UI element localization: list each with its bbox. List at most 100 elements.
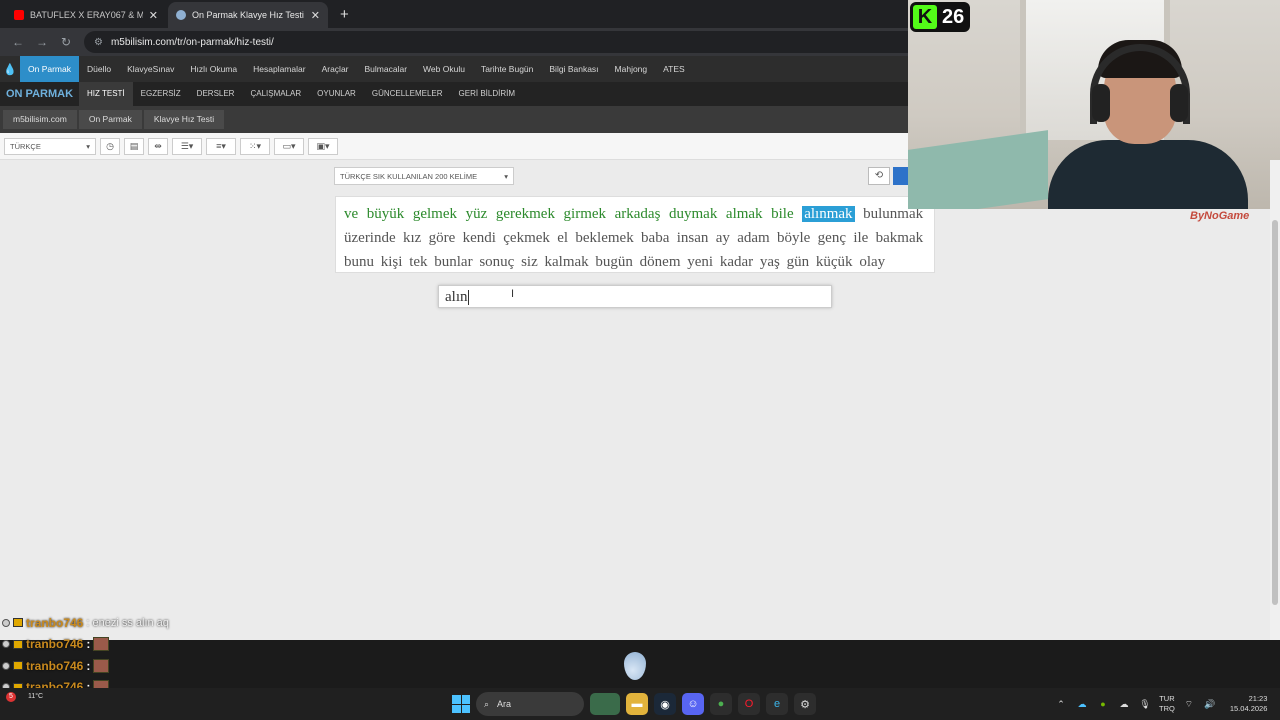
nav-hesaplamalar[interactable]: Hesaplamalar	[245, 56, 313, 82]
microphone-icon[interactable]: 🎙	[1138, 697, 1152, 711]
watermark: ByNoGame	[1190, 210, 1250, 222]
discord-icon[interactable]: ☺	[682, 693, 704, 715]
chrome-icon[interactable]: ●	[710, 693, 732, 715]
back-icon[interactable]: ←	[6, 35, 30, 49]
tab-oyunlar[interactable]: OYUNLAR	[309, 82, 364, 106]
widget-landscape-icon[interactable]	[590, 693, 620, 715]
completed-word: gelmek	[412, 206, 457, 222]
headset-cup-right	[1170, 84, 1188, 122]
browser-tab-1[interactable]: On Parmak Klavye Hız Testi | m5 ✕	[168, 2, 328, 28]
site-settings-icon[interactable]: ⚙	[94, 37, 103, 48]
page-scrollbar[interactable]	[1270, 160, 1280, 640]
kick-badge: K 26	[910, 2, 971, 32]
typing-input[interactable]: alın	[438, 285, 832, 308]
volume-icon[interactable]: 🔊	[1203, 697, 1217, 711]
breadcrumb-item[interactable]: On Parmak	[78, 110, 142, 129]
pending-word: çekmek	[503, 230, 550, 246]
forward-icon[interactable]: →	[30, 35, 54, 49]
edge-icon[interactable]: e	[766, 693, 788, 715]
taskbar-search[interactable]: ⌕ Ara	[476, 692, 584, 716]
pending-word: el	[557, 230, 569, 246]
completed-word: duymak	[669, 206, 718, 222]
nav-araclar[interactable]: Araçlar	[314, 56, 357, 82]
site-logo-icon[interactable]: 💧	[0, 63, 20, 76]
nav-bulmacalar[interactable]: Bulmacalar	[357, 56, 416, 82]
onedrive-icon[interactable]: ☁	[1075, 697, 1089, 711]
chat-message: tranbo746 :	[2, 655, 302, 677]
steam-icon[interactable]: ◉	[654, 693, 676, 715]
keyboard-icon[interactable]: ▤	[124, 137, 144, 155]
tab-egzersiz[interactable]: EGZERSİZ	[133, 82, 189, 106]
nav-tarihte-bugun[interactable]: Tarihte Bugün	[473, 56, 541, 82]
close-tab-icon[interactable]: ✕	[149, 9, 158, 22]
file-explorer-icon[interactable]: ▬	[626, 693, 648, 715]
pending-word: yeni	[687, 254, 714, 270]
close-tab-icon[interactable]: ✕	[311, 9, 320, 22]
timer-icon[interactable]: ◷	[100, 137, 120, 155]
nav-duello[interactable]: Düello	[79, 56, 119, 82]
nav-klavyesinav[interactable]: KlavyeSınav	[119, 56, 182, 82]
chat-username: tranbo746	[26, 658, 84, 673]
nav-mahjong[interactable]: Mahjong	[607, 56, 656, 82]
new-tab-button[interactable]: +	[330, 6, 359, 28]
emote-icon	[93, 658, 110, 673]
reload-icon[interactable]: ↻	[54, 35, 78, 49]
taskbar-clock[interactable]: 21:23 15.04.2026	[1230, 694, 1268, 714]
grid-dropdown-icon[interactable]: ⁙▾	[240, 137, 270, 155]
layout-dropdown-icon[interactable]: ▭▾	[274, 137, 304, 155]
nav-on-parmak[interactable]: On Parmak	[20, 56, 79, 82]
tab-calismalar[interactable]: ÇALIŞMALAR	[242, 82, 309, 106]
breadcrumb-item[interactable]: Klavye Hız Testi	[143, 110, 225, 129]
address-bar[interactable]: ⚙ m5bilisim.com/tr/on-parmak/hiz-testi/	[84, 31, 954, 53]
kick-count: 26	[942, 5, 965, 28]
nav-ates[interactable]: ATES	[655, 56, 693, 82]
chevron-up-icon[interactable]: ⌃	[1054, 697, 1068, 711]
input-language[interactable]: TUR TRQ	[1159, 694, 1175, 714]
tab-title: On Parmak Klavye Hız Testi | m5	[192, 10, 305, 20]
word-set-select[interactable]: TÜRKÇE SIK KULLANILAN 200 KELİME ▾	[334, 167, 514, 185]
nav-bilgi-bankasi[interactable]: Bilgi Bankası	[541, 56, 606, 82]
pending-word: göre	[428, 230, 456, 246]
pending-word: genç	[817, 230, 846, 246]
browser-tab-0[interactable]: BATUFLEX X ERAY067 & MANS ✕	[6, 2, 166, 28]
background-bed	[908, 130, 1048, 209]
section-brand[interactable]: ON PARMAK	[0, 88, 79, 100]
system-tray: ⌃ ☁ ● ☁ 🎙 TUR TRQ ⌔ 🔊 21:23 15.04.2026	[1054, 692, 1267, 716]
menu-dropdown-icon[interactable]: ☰▾	[172, 137, 202, 155]
wifi-icon[interactable]: ⌔	[1182, 697, 1196, 711]
pending-word: siz	[521, 254, 538, 270]
url-text: m5bilisim.com/tr/on-parmak/hiz-testi/	[110, 36, 274, 48]
nvidia-icon[interactable]: ●	[1096, 697, 1110, 711]
headset-cup-left	[1092, 84, 1110, 122]
completed-word: almak	[725, 206, 763, 222]
arrows-icon[interactable]: ⇹	[148, 137, 168, 155]
chevron-down-icon: ▾	[504, 171, 508, 181]
cloud-icon[interactable]: ☁	[1117, 697, 1131, 711]
language-line1: TUR	[1159, 694, 1175, 703]
app-icon[interactable]: ⚙	[794, 693, 816, 715]
youtube-icon	[14, 10, 24, 20]
badge-icon	[2, 661, 10, 670]
breadcrumb-item[interactable]: m5bilisim.com	[3, 110, 77, 129]
windows-start-icon[interactable]	[452, 695, 470, 713]
pending-word: kişi	[380, 254, 403, 270]
pending-word: üzerinde	[344, 230, 396, 246]
tab-guncellemeler[interactable]: GÜNCELLEMELER	[364, 82, 451, 106]
tab-geri-bildirim[interactable]: GERİ BİLDİRİM	[451, 82, 523, 106]
nav-hizli-okuma[interactable]: Hızlı Okuma	[182, 56, 245, 82]
tab-hiz-testi[interactable]: HIZ TESTİ	[79, 82, 133, 106]
taskbar-apps: ⌕ Ara ▬ ◉ ☺ ● O e ⚙	[452, 692, 816, 716]
weather-widget[interactable]: 5 11°C	[6, 692, 86, 716]
language-select[interactable]: TÜRKÇE ▾	[4, 137, 96, 155]
scrollbar-thumb[interactable]	[1272, 220, 1278, 605]
clock-date: 15.04.2026	[1229, 704, 1268, 713]
pending-word: kız	[402, 230, 422, 246]
search-placeholder: Ara	[497, 699, 512, 709]
opera-icon[interactable]: O	[738, 693, 760, 715]
display-dropdown-icon[interactable]: ▣▾	[308, 137, 338, 155]
tab-dersler[interactable]: DERSLER	[189, 82, 243, 106]
pending-word: bunu	[344, 254, 374, 270]
restart-icon[interactable]: ⟲	[868, 167, 890, 185]
align-dropdown-icon[interactable]: ≡▾	[206, 137, 236, 155]
nav-web-okulu[interactable]: Web Okulu	[415, 56, 473, 82]
